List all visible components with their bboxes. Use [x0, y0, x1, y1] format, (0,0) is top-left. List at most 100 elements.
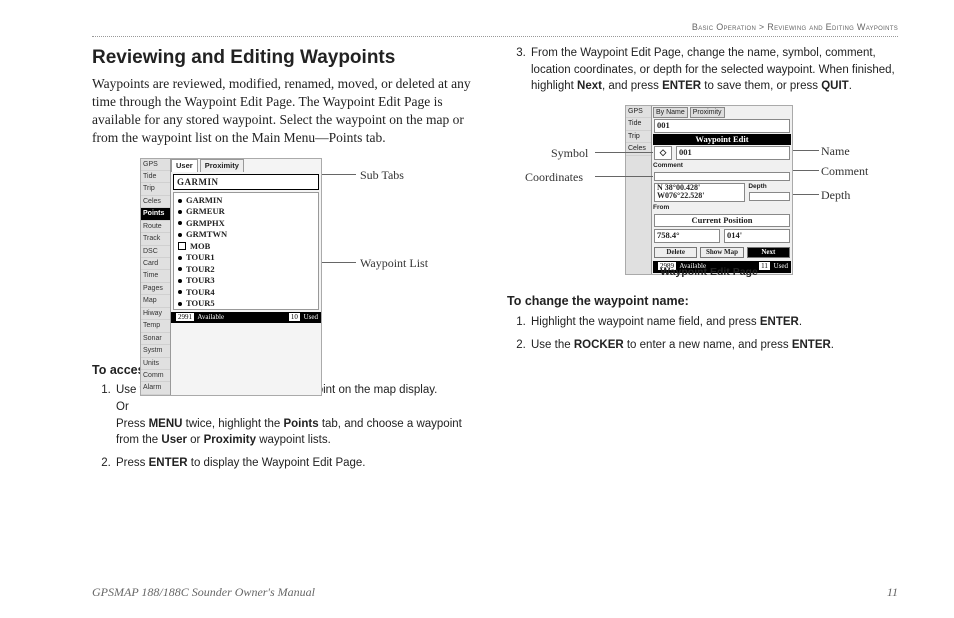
step-cn-1: Highlight the waypoint name field, and p… [529, 314, 898, 331]
callout-line [793, 170, 819, 171]
ss2-name-field: 001 [676, 146, 790, 159]
dot-icon [178, 256, 182, 260]
ss2-symbol-field: ◇ [654, 146, 672, 159]
figure2-caption: Waypoint Edit Page [625, 265, 793, 279]
left-tab: Celes [626, 143, 651, 155]
t: . [849, 80, 852, 92]
right-column: From the Waypoint Edit Page, change the … [507, 45, 898, 478]
dot-icon [178, 279, 182, 283]
left-tab: Temp [141, 320, 170, 332]
footer-page-number: 11 [887, 585, 898, 600]
list-item-label: MOB [190, 241, 210, 252]
left-tab: Hiway [141, 308, 170, 320]
dot-icon [178, 267, 182, 271]
left-tab: Trip [141, 183, 170, 195]
t: to display the Waypoint Edit Page. [188, 457, 366, 469]
left-tab: Systm [141, 345, 170, 357]
list-item-label: GARMIN [186, 195, 222, 206]
status-bar: 2991 Available 10 Used [171, 312, 321, 323]
callout-waypoint-list: Waypoint List [360, 255, 428, 271]
list-item: TOUR5 [176, 298, 316, 309]
list-item-label: TOUR1 [186, 252, 215, 263]
list-item: GRMEUR [176, 206, 316, 217]
page: Basic Operation > Reviewing and Editing … [0, 0, 954, 478]
coord-lon: W076°22.528' [657, 192, 742, 201]
t: to enter a new name, and press [624, 339, 792, 351]
dot-icon [178, 199, 182, 203]
flag-icon [178, 242, 186, 250]
ss2-depth-label: Depth [748, 183, 791, 192]
current-waypoint-field: GARMIN [173, 174, 319, 190]
ss2-coords-field: N 38°00.428' W076°22.528' [654, 183, 745, 203]
rule [92, 36, 898, 37]
left-tab: Tide [626, 118, 651, 130]
breadcrumb-sep: > [756, 22, 767, 32]
t: ENTER [662, 80, 701, 92]
footer: GPSMAP 188/188C Sounder Owner's Manual 1… [92, 585, 898, 600]
callout-line [322, 262, 356, 263]
subtab-user: User [171, 159, 198, 172]
t: Points [283, 418, 318, 430]
screenshot-points-list: GPSTideTripCelesPointsRouteTrackDSCCardT… [140, 158, 322, 396]
ss2-from-label: From [653, 204, 791, 213]
t: Highlight the waypoint name field, and p… [531, 316, 760, 328]
list-item: GARMIN [176, 195, 316, 206]
btn-delete: Delete [654, 247, 697, 258]
t: . [799, 316, 802, 328]
callout-comment: Comment [821, 163, 868, 179]
dot-icon [178, 302, 182, 306]
dot-icon [178, 221, 182, 225]
callout-line [793, 194, 819, 195]
left-tab: GPS [626, 106, 651, 118]
tab-proximity: Proximity [690, 107, 725, 118]
t: Proximity [204, 434, 256, 446]
t: ENTER [792, 339, 831, 351]
used-count: 10 [289, 313, 300, 321]
t: , and press [602, 80, 662, 92]
screenshot2-left-tabs: GPSTideTripCeles [626, 106, 652, 274]
t: twice, highlight the [182, 418, 283, 430]
callout-depth: Depth [821, 187, 850, 203]
avail-label: Available [197, 313, 224, 321]
left-tab: DSC [141, 246, 170, 258]
left-tab: Alarm [141, 382, 170, 394]
callout-subtabs: Sub Tabs [360, 167, 404, 183]
avail-count: 2991 [176, 313, 194, 321]
left-tab: GPS [141, 159, 170, 171]
ss2-from-field: Current Position [654, 214, 790, 227]
left-tab: Route [141, 221, 170, 233]
dot-icon [178, 290, 182, 294]
t: Next [577, 80, 602, 92]
list-item: GRMPHX [176, 218, 316, 229]
list-item-label: TOUR4 [186, 287, 215, 298]
subhead-change-name: To change the waypoint name: [507, 293, 898, 310]
screenshot-subtabs: User Proximity [171, 159, 321, 172]
t: MENU [149, 418, 183, 430]
t: . [831, 339, 834, 351]
ss2-depth-field [749, 192, 790, 201]
t: waypoint lists. [256, 434, 331, 446]
left-tab: Tide [141, 171, 170, 183]
steps-change-name: Highlight the waypoint name field, and p… [507, 314, 898, 353]
figure-1: GPSTideTripCelesPointsRouteTrackDSCCardT… [92, 158, 483, 348]
left-tab: Map [141, 295, 170, 307]
t: User [161, 434, 187, 446]
dot-icon [178, 233, 182, 237]
left-tab: Time [141, 270, 170, 282]
used-label: Used [304, 313, 318, 321]
left-tab: Pages [141, 283, 170, 295]
t: ENTER [760, 316, 799, 328]
list-item: GRMTWN [176, 229, 316, 240]
list-item-label: TOUR5 [186, 298, 215, 309]
ss2-search-field: 001 [654, 119, 790, 132]
callout-coordinates: Coordinates [525, 169, 583, 185]
left-tab: Celes [141, 196, 170, 208]
dot-icon [178, 210, 182, 214]
t: Or [116, 401, 129, 413]
t: or [187, 434, 204, 446]
t: ROCKER [574, 339, 624, 351]
callout-line [322, 174, 356, 175]
waypoint-list: GARMINGRMEURGRMPHXGRMTWNMOBTOUR1TOUR2TOU… [173, 192, 319, 310]
list-item: TOUR3 [176, 275, 316, 286]
figure-2: GPSTideTripCeles By Name Proximity 001 W… [507, 105, 898, 285]
